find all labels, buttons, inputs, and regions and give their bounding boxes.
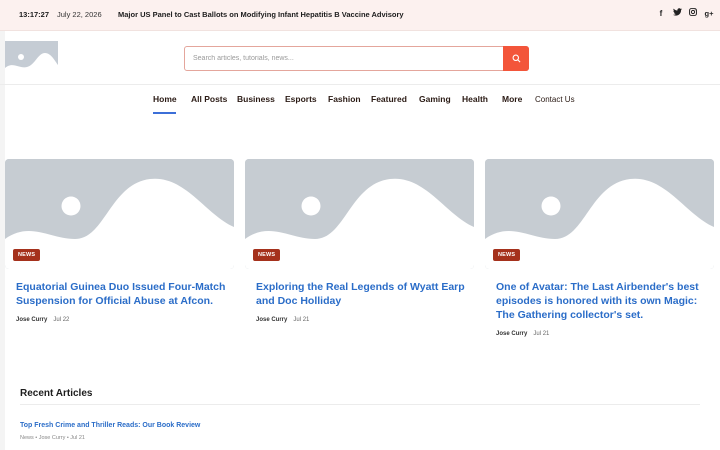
category-badge[interactable]: NEWS [253,249,281,261]
news-ticker[interactable]: Major US Panel to Cast Ballots on Modify… [118,10,404,19]
nav-contact-us[interactable]: Contact Us [535,95,575,104]
nav-business[interactable]: Business [237,94,275,104]
instagram-icon[interactable] [688,8,698,20]
nav-more[interactable]: More [502,94,522,104]
article-meta: Jose Curry Jul 22 [16,317,69,323]
search-icon [512,54,520,63]
nav-fashion[interactable]: Fashion [328,94,361,104]
article-author[interactable]: Jose Curry [496,331,527,337]
facebook-icon[interactable]: f [656,8,666,20]
article-author[interactable]: Jose Curry [256,317,287,323]
twitter-icon[interactable] [672,8,682,20]
recent-articles-heading: Recent Articles [20,388,93,399]
recent-article-title[interactable]: Top Fresh Crime and Thriller Reads: Our … [20,422,200,429]
nav-home[interactable]: Home [153,94,177,104]
site-logo[interactable] [5,41,58,76]
google-plus-icon[interactable]: g+ [704,8,714,20]
nav-health[interactable]: Health [462,94,488,104]
article-date: Jul 21 [293,317,310,323]
search-button[interactable] [503,46,529,71]
article-author[interactable]: Jose Curry [16,317,47,323]
article-meta: Jose Curry Jul 21 [256,317,309,323]
recent-divider [20,404,700,405]
nav-active-indicator [153,112,176,114]
search-box [184,46,529,71]
social-links: f g+ [656,8,714,20]
article-date: Jul 22 [53,317,70,323]
nav-featured[interactable]: Featured [371,94,407,104]
article-title[interactable]: One of Avatar: The Last Airbender's best… [496,280,711,322]
recent-article-meta: News • Jose Curry • Jul 21 [20,435,85,441]
search-input[interactable] [185,47,503,70]
header-divider [0,84,720,85]
article-title[interactable]: Exploring the Real Legends of Wyatt Earp… [256,280,471,308]
nav-all-posts[interactable]: All Posts [191,94,227,104]
main-nav: Home All Posts Business Esports Fashion … [0,94,720,114]
nav-gaming[interactable]: Gaming [419,94,451,104]
article-date: Jul 21 [533,331,550,337]
current-date: July 22, 2026 [57,10,102,19]
article-meta: Jose Curry Jul 21 [496,331,549,337]
category-badge[interactable]: NEWS [493,249,521,261]
nav-esports[interactable]: Esports [285,94,317,104]
clock-time: 13:17:27 [19,10,50,19]
top-bar: 13:17:27 July 22, 2026 Major US Panel to… [0,0,720,31]
article-title[interactable]: Equatorial Guinea Duo Issued Four-Match … [16,280,231,308]
category-badge[interactable]: NEWS [13,249,41,261]
